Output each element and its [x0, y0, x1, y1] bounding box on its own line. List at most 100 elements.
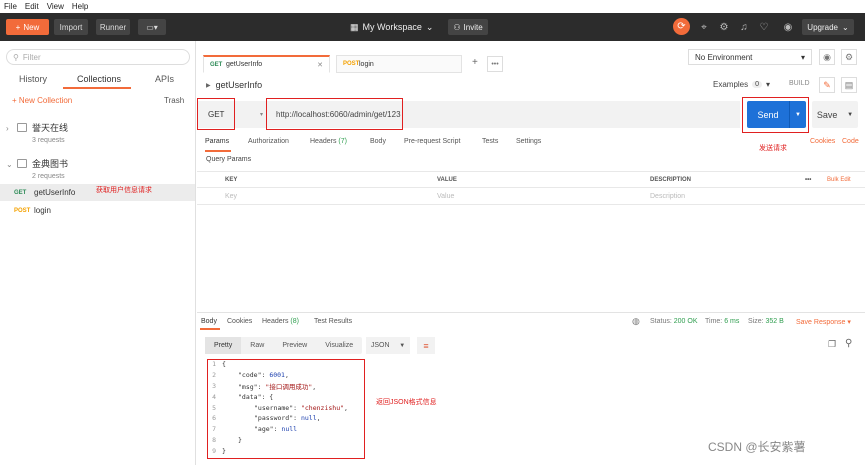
annotation-json: 返回JSON格式信息 — [376, 399, 437, 406]
tab-login[interactable]: POST login — [336, 55, 462, 73]
bell-icon[interactable]: ♫ — [737, 20, 751, 34]
tab-authorization[interactable]: Authorization — [248, 138, 289, 145]
size-text: Size: 352 B — [748, 318, 784, 325]
invite-button[interactable]: ⚇ Invite — [448, 19, 488, 35]
request-item-login[interactable]: POST login — [0, 202, 195, 219]
annotation-box-send — [742, 97, 809, 133]
chevron-down-icon: ▾ — [766, 80, 771, 89]
chevron-down-icon: ⌄ — [841, 22, 849, 32]
menu-help[interactable]: Help — [72, 2, 88, 11]
plus-icon: + — [15, 22, 21, 32]
tab-response-cookies[interactable]: Cookies — [227, 318, 252, 325]
tab-getuserinfo[interactable]: GET getUserInfo ✕ — [203, 55, 330, 73]
docs-icon[interactable]: ▤ — [841, 77, 857, 93]
tab-headers[interactable]: Headers (7) — [310, 138, 347, 145]
close-icon[interactable]: ✕ — [317, 61, 323, 69]
chevron-down-icon: ⌄ — [6, 160, 13, 169]
menu-view[interactable]: View — [47, 2, 64, 11]
chevron-down-icon: ▾ — [800, 52, 805, 62]
active-tab-indicator — [205, 150, 231, 152]
annotation-box-json — [207, 359, 365, 459]
tab-body[interactable]: Body — [370, 138, 386, 145]
active-tab-indicator — [63, 87, 131, 89]
search-icon[interactable]: ⚲ — [845, 338, 852, 349]
more-icon[interactable]: ••• — [805, 177, 827, 183]
tab-response-headers[interactable]: Headers (8) — [262, 318, 299, 325]
window-icon: ▭▾ — [146, 22, 158, 32]
new-button[interactable]: + New — [6, 19, 49, 35]
table-header: KEY VALUE DESCRIPTION ••• Bulk Edit — [197, 171, 865, 188]
annotation-box-url — [266, 98, 403, 130]
view-mode-group: Pretty Raw Preview Visualize — [205, 337, 363, 354]
gear-icon[interactable]: ⚙ — [717, 20, 731, 34]
table-row[interactable]: Key Value Description — [197, 188, 865, 205]
chevron-right-icon: › — [6, 124, 9, 133]
tab-response-body[interactable]: Body — [201, 318, 217, 325]
view-pretty[interactable]: Pretty — [205, 337, 242, 354]
tab-history[interactable]: History — [19, 74, 47, 84]
sync-icon[interactable]: ⟳ — [673, 18, 690, 35]
more-tabs-icon[interactable]: ••• — [487, 56, 503, 72]
tab-collections[interactable]: Collections — [77, 74, 121, 84]
wrap-lines-icon[interactable]: ≡ — [417, 337, 435, 354]
menu-edit[interactable]: Edit — [25, 2, 39, 11]
upgrade-button[interactable]: Upgrade ⌄ — [802, 19, 854, 35]
cookies-link[interactable]: Cookies — [810, 138, 835, 145]
new-collection-button[interactable]: + New Collection — [12, 96, 72, 105]
collection-item[interactable]: ⌄ 金典图书 2 requests — [6, 157, 191, 180]
search-icon: ⚲ — [13, 52, 19, 62]
params-table: KEY VALUE DESCRIPTION ••• Bulk Edit Key … — [197, 171, 865, 205]
tab-tests[interactable]: Tests — [482, 138, 498, 145]
view-raw[interactable]: Raw — [241, 337, 273, 354]
annotation-request: 获取用户信息请求 — [96, 187, 152, 194]
save-response-button[interactable]: Save Response ▾ — [796, 318, 851, 326]
time-text: Time: 6 ms — [705, 318, 740, 325]
tab-settings[interactable]: Settings — [516, 138, 541, 145]
format-select[interactable]: JSON ▼ — [366, 337, 410, 354]
trash-link[interactable]: Trash — [164, 96, 184, 105]
watermark: CSDN @长安紫薯 — [708, 440, 806, 454]
tab-pre-request-script[interactable]: Pre-request Script — [404, 138, 460, 145]
collection-item[interactable]: › 誉天在线 3 requests — [6, 121, 191, 144]
heart-icon[interactable]: ♡ — [757, 20, 771, 34]
tab-apis[interactable]: APIs — [155, 74, 174, 84]
chevron-right-icon[interactable]: ▶ — [206, 82, 211, 89]
divider — [197, 312, 865, 313]
folder-icon — [17, 123, 27, 132]
settings-icon[interactable]: ⚙ — [841, 49, 857, 65]
save-button[interactable]: Save ▼ — [812, 101, 858, 128]
tab-params[interactable]: Params — [205, 138, 229, 145]
folder-icon — [17, 159, 27, 168]
globe-icon[interactable]: ◍ — [632, 316, 640, 327]
chevron-down-icon: ▾ — [259, 112, 263, 118]
bulk-edit-link[interactable]: Bulk Edit — [827, 177, 851, 183]
chevron-down-icon: ▼ — [847, 111, 854, 118]
build-label[interactable]: BUILD — [789, 80, 810, 87]
satellite-icon[interactable]: ⌖ — [697, 20, 711, 34]
view-preview[interactable]: Preview — [273, 337, 316, 354]
user-add-icon: ⚇ — [453, 22, 461, 32]
chevron-down-icon: ▼ — [399, 342, 406, 349]
code-link[interactable]: Code — [842, 138, 859, 145]
annotation-box-method — [197, 98, 235, 130]
add-tab-icon[interactable]: + — [472, 57, 478, 68]
copy-icon[interactable]: ❐ — [828, 339, 836, 350]
annotation-send: 发送请求 — [759, 145, 787, 152]
examples-dropdown[interactable]: Examples 0 ▾ — [713, 80, 770, 89]
import-button[interactable]: Import — [54, 19, 88, 35]
runner-button[interactable]: Runner — [96, 19, 130, 35]
top-bar: + New Import Runner ▭▾ ▦ My Workspace ⌄ … — [0, 13, 865, 41]
filter-input[interactable]: ⚲ Filter — [6, 49, 190, 65]
menu-bar: File Edit View Help — [0, 0, 865, 13]
tab-test-results[interactable]: Test Results — [314, 318, 352, 325]
view-visualize[interactable]: Visualize — [316, 337, 362, 354]
eye-icon[interactable]: ◉ — [819, 49, 835, 65]
workspace-selector[interactable]: ▦ My Workspace ⌄ — [350, 19, 433, 35]
grid-icon: ▦ — [350, 21, 359, 32]
menu-file[interactable]: File — [4, 2, 17, 11]
new-window-button[interactable]: ▭▾ — [138, 19, 166, 35]
chevron-down-icon: ⌄ — [425, 21, 434, 32]
pencil-icon[interactable]: ✎ — [819, 77, 835, 93]
avatar[interactable]: ◉ — [781, 20, 795, 34]
environment-select[interactable]: No Environment ▾ — [688, 49, 812, 65]
